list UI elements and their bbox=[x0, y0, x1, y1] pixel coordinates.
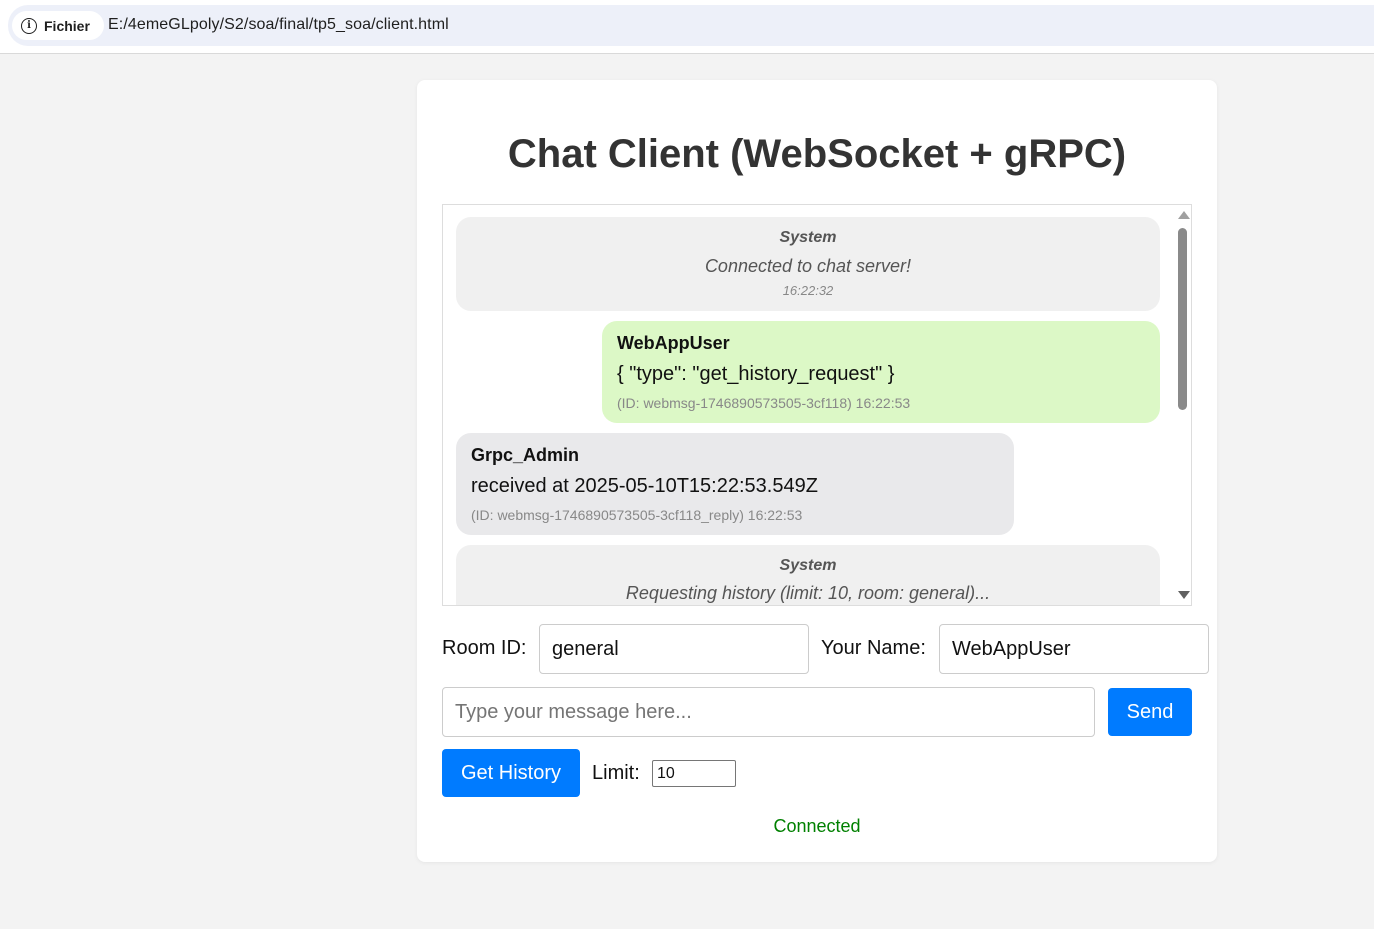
your-name-input[interactable] bbox=[939, 624, 1209, 674]
message-text: Connected to chat server! bbox=[704, 256, 912, 276]
url-text[interactable]: E:/4emeGLpoly/S2/soa/final/tp5_soa/clien… bbox=[108, 16, 449, 34]
incoming-message: Grpc_Admin received at 2025-05-10T15:22:… bbox=[456, 433, 1014, 535]
scroll-down-arrow-icon[interactable] bbox=[1178, 591, 1190, 599]
own-message: WebAppUser { "type": "get_history_reques… bbox=[602, 321, 1160, 423]
system-message: System Requesting history (limit: 10, ro… bbox=[456, 545, 1160, 605]
limit-label: Limit: bbox=[592, 762, 640, 784]
system-message: System Connected to chat server! 16:22:3… bbox=[456, 217, 1160, 311]
room-id-input[interactable] bbox=[539, 624, 809, 674]
message-meta: (ID: webmsg-1746890573505-3cf118_reply) … bbox=[471, 507, 803, 523]
message-text: received at 2025-05-10T15:22:53.549Z bbox=[471, 475, 818, 497]
message-text: { "type": "get_history_request" } bbox=[617, 363, 895, 385]
scroll-thumb[interactable] bbox=[1178, 228, 1187, 410]
browser-toolbar: i Fichier E:/4emeGLpoly/S2/soa/final/tp5… bbox=[0, 0, 1374, 54]
message-time: 16:22:32 bbox=[782, 283, 834, 298]
message-meta: (ID: webmsg-1746890573505-3cf118) 16:22:… bbox=[617, 395, 911, 411]
message-input[interactable] bbox=[442, 687, 1095, 737]
chat-container: Chat Client (WebSocket + gRPC) System Co… bbox=[417, 80, 1217, 862]
page-title: Chat Client (WebSocket + gRPC) bbox=[507, 132, 1127, 176]
site-info-chip[interactable]: i Fichier bbox=[12, 11, 104, 40]
limit-input[interactable] bbox=[652, 760, 736, 787]
message-sender: WebAppUser bbox=[617, 333, 730, 353]
connection-status: Connected bbox=[773, 816, 861, 836]
message-sender: System bbox=[779, 557, 837, 574]
get-history-button[interactable]: Get History bbox=[442, 749, 580, 797]
message-sender: Grpc_Admin bbox=[471, 445, 580, 465]
site-info-label: Fichier bbox=[44, 17, 90, 34]
message-text: Requesting history (limit: 10, room: gen… bbox=[625, 583, 991, 603]
info-icon: i bbox=[21, 17, 37, 34]
room-id-label: Room ID: bbox=[442, 637, 527, 659]
messages-scrollbar[interactable] bbox=[1174, 205, 1191, 605]
address-bar[interactable]: i Fichier E:/4emeGLpoly/S2/soa/final/tp5… bbox=[8, 5, 1374, 46]
messages-panel[interactable]: System Connected to chat server! 16:22:3… bbox=[442, 204, 1192, 606]
your-name-label: Your Name: bbox=[821, 637, 926, 659]
send-button[interactable]: Send bbox=[1108, 688, 1192, 736]
message-sender: System bbox=[779, 229, 837, 246]
scroll-up-arrow-icon[interactable] bbox=[1178, 211, 1190, 219]
